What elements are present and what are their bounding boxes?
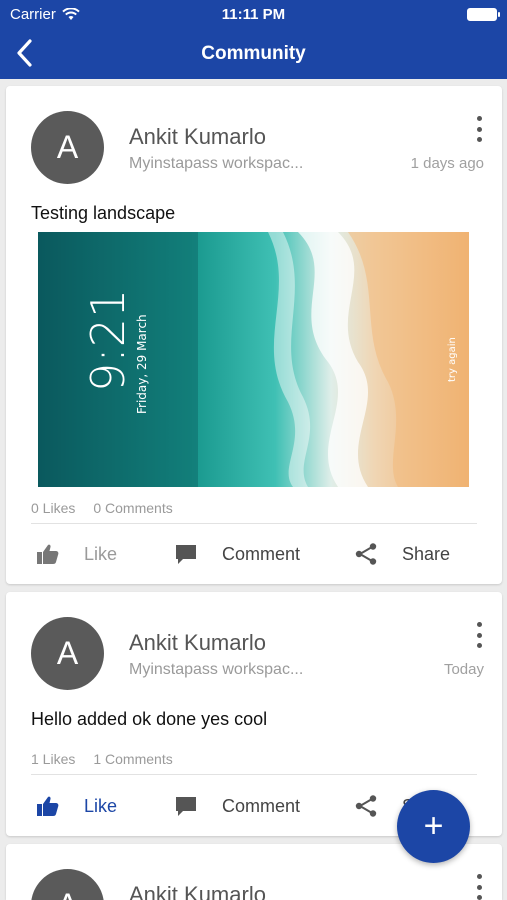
- status-left: Carrier: [10, 6, 80, 23]
- workspace-name: Myinstapass workspac...: [129, 661, 304, 678]
- more-options-icon[interactable]: [474, 116, 484, 142]
- avatar[interactable]: A: [31, 617, 104, 690]
- comment-label: Comment: [222, 795, 301, 816]
- post-time: Today: [443, 661, 484, 678]
- chevron-left-icon: [17, 39, 32, 67]
- battery-icon: [467, 7, 500, 21]
- share-label: Share: [402, 543, 451, 564]
- comment-button[interactable]: Comment: [174, 784, 300, 828]
- status-bar: Carrier 11:11 PM: [0, 0, 507, 28]
- comments-count[interactable]: 1 Comments: [93, 751, 172, 767]
- comment-button[interactable]: Comment: [174, 532, 300, 576]
- image-clock-text: 9:21: [81, 289, 135, 392]
- image-side-text: try again: [447, 337, 458, 382]
- plus-icon: +: [423, 807, 444, 845]
- post-text: Hello added ok done yes cool: [31, 709, 268, 729]
- share-icon: [355, 543, 377, 565]
- author-name[interactable]: Ankit Kumarlo: [129, 630, 266, 656]
- like-label: Like: [84, 543, 118, 564]
- post-actions: Like Comment Share: [6, 532, 502, 576]
- like-button[interactable]: Like: [36, 532, 117, 576]
- comment-icon: [176, 545, 196, 564]
- divider: [31, 774, 477, 775]
- beach-image: 9:21 Friday, 29 March try again: [38, 232, 469, 487]
- like-button[interactable]: Like: [36, 784, 117, 828]
- likes-count[interactable]: 0 Likes: [31, 500, 75, 516]
- more-options-icon[interactable]: [474, 622, 484, 648]
- divider: [31, 523, 477, 524]
- page-title: Community: [201, 42, 306, 64]
- author-name[interactable]: Ankit Kumarlo: [129, 124, 266, 150]
- comment-label: Comment: [222, 543, 301, 564]
- post-text: Testing landscape: [31, 203, 176, 223]
- post-card: A Ankit Kumarlo Myinstapass workspac... …: [6, 86, 502, 584]
- wifi-icon: [62, 7, 80, 20]
- comment-icon: [176, 797, 196, 816]
- post-counts: 0 Likes 0 Comments: [31, 500, 173, 516]
- nav-bar: Community: [0, 28, 507, 79]
- post-counts: 1 Likes 1 Comments: [31, 751, 173, 767]
- thumbs-up-icon: [37, 796, 59, 816]
- avatar[interactable]: A: [31, 111, 104, 184]
- workspace-name: Myinstapass workspac...: [129, 155, 304, 172]
- likes-count[interactable]: 1 Likes: [31, 751, 75, 767]
- like-label: Like: [84, 795, 118, 816]
- image-date-text: Friday, 29 March: [135, 314, 149, 414]
- avatar[interactable]: A: [31, 869, 104, 900]
- back-button[interactable]: [12, 38, 40, 68]
- avatar-initial: A: [56, 129, 79, 165]
- carrier-label: Carrier: [10, 5, 56, 23]
- add-post-button[interactable]: +: [397, 790, 470, 863]
- more-options-icon[interactable]: [474, 874, 484, 900]
- avatar-initial: A: [56, 635, 79, 671]
- share-icon: [355, 795, 377, 817]
- thumbs-up-icon: [37, 544, 59, 564]
- post-image[interactable]: 9:21 Friday, 29 March try again: [38, 232, 469, 487]
- share-button[interactable]: Share: [354, 532, 450, 576]
- post-time: 1 days ago: [410, 155, 484, 172]
- comments-count[interactable]: 0 Comments: [93, 500, 172, 516]
- avatar-initial: A: [57, 887, 78, 900]
- author-name[interactable]: Ankit Kumarlo: [129, 882, 266, 900]
